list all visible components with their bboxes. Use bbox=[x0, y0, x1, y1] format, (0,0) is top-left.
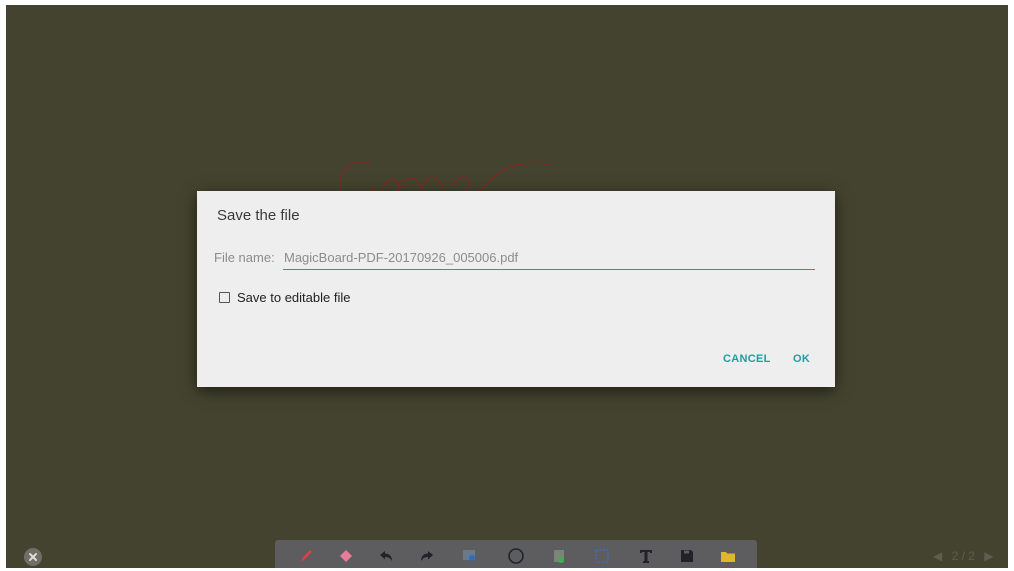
dialog-title: Save the file bbox=[217, 207, 300, 224]
save-icon[interactable] bbox=[678, 547, 696, 565]
insert-image-icon[interactable] bbox=[550, 547, 568, 565]
file-name-input[interactable] bbox=[283, 246, 815, 270]
undo-icon[interactable] bbox=[377, 547, 395, 565]
redo-icon[interactable] bbox=[418, 547, 436, 565]
pen-icon[interactable] bbox=[297, 547, 315, 565]
save-editable-checkbox[interactable] bbox=[219, 291, 230, 303]
close-icon bbox=[29, 553, 37, 561]
text-icon[interactable] bbox=[637, 547, 655, 565]
folder-icon[interactable] bbox=[719, 547, 737, 565]
select-icon[interactable] bbox=[593, 547, 611, 565]
close-button[interactable] bbox=[24, 548, 42, 566]
previous-page-icon[interactable]: ◀ bbox=[933, 549, 942, 563]
shape-circle-icon[interactable] bbox=[507, 547, 525, 565]
background-icon[interactable] bbox=[460, 547, 478, 565]
eraser-icon[interactable] bbox=[337, 547, 355, 565]
cancel-button[interactable]: CANCEL bbox=[723, 353, 771, 365]
save-editable-label: Save to editable file bbox=[237, 289, 351, 305]
file-name-label: File name: bbox=[214, 250, 275, 265]
page-indicator: ◀ 2 / 2 ▶ bbox=[930, 549, 997, 563]
bottom-toolbar bbox=[275, 540, 757, 568]
save-file-dialog: Save the file File name: Save to editabl… bbox=[197, 191, 835, 387]
page-counter: 2 / 2 bbox=[951, 549, 975, 563]
save-editable-checkbox-row[interactable]: Save to editable file bbox=[219, 289, 350, 305]
ok-button[interactable]: OK bbox=[793, 353, 810, 365]
next-page-icon[interactable]: ▶ bbox=[984, 549, 993, 563]
